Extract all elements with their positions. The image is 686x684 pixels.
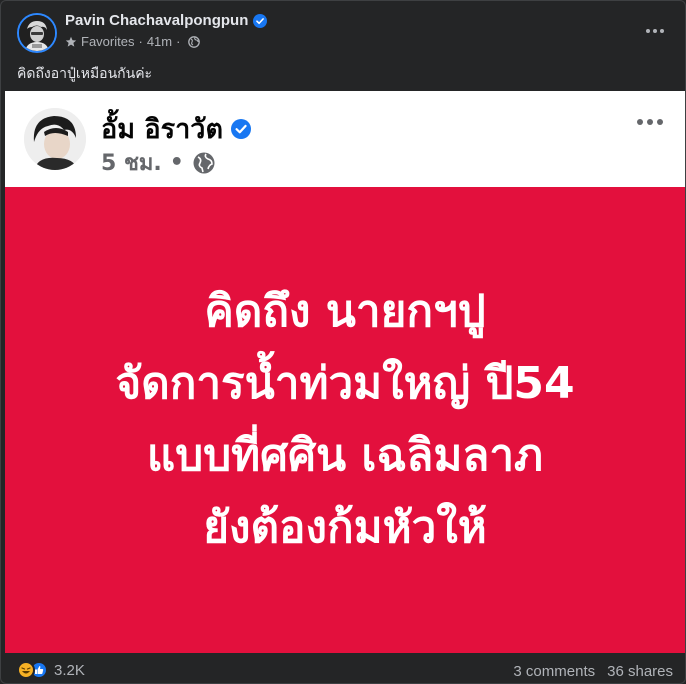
haha-reaction-icon [17, 661, 35, 679]
more-dot [660, 29, 664, 33]
shared-post-time: 5 ชม. [101, 151, 162, 176]
more-options-button[interactable] [643, 21, 667, 41]
shared-meta-separator: • [169, 150, 184, 175]
thumbs-up-icon [35, 666, 44, 674]
shared-author-name: อั้ม อิราวัต [101, 107, 251, 150]
globe-icon[interactable] [188, 35, 201, 48]
author-name-text[interactable]: Pavin Chachavalpongpun [65, 12, 248, 29]
verified-badge-icon [253, 13, 268, 28]
shared-avatar-portrait-icon [24, 108, 86, 170]
audience-label[interactable]: Favorites [81, 34, 134, 49]
haha-face-icon [21, 667, 31, 674]
reactions-count[interactable]: 3.2K [54, 662, 85, 679]
post-time[interactable]: 41m [147, 34, 172, 49]
engagement-stats: 3 comments 36 shares [513, 663, 673, 680]
shared-verified-badge-icon [231, 118, 251, 139]
quote-line-4: ยังต้องก้มหัวให้ [203, 502, 487, 553]
meta-separator-2: · [176, 34, 181, 49]
quote-line-2: จัดการน้ำท่วมใหญ่ ปี54 [115, 358, 575, 409]
avatar-portrait-icon [19, 15, 55, 51]
quote-banner: คิดถึง นายกฯปู จัดการน้ำท่วมใหญ่ ปี54 แบ… [5, 187, 685, 653]
post-meta: Favorites · 41m · [65, 34, 201, 49]
more-dot [657, 119, 663, 125]
comments-count[interactable]: 3 comments [513, 663, 595, 680]
more-dot [646, 29, 650, 33]
more-dot [647, 119, 653, 125]
shared-image[interactable]: อั้ม อิราวัต 5 ชม. • คิดถึง นายกฯปู จัดก… [5, 91, 685, 653]
shared-author-text: อั้ม อิราวัต [101, 114, 223, 145]
more-dot [653, 29, 657, 33]
shared-post-meta: 5 ชม. • [101, 145, 216, 180]
meta-separator: · [138, 34, 143, 49]
feed-post: Pavin Chachavalpongpun Favorites · 41m ·… [0, 0, 686, 684]
quote-line-1: คิดถึง นายกฯปู [204, 286, 486, 337]
post-footer: 3.2K 3 comments 36 shares [1, 657, 685, 683]
shared-globe-icon [193, 152, 215, 173]
shares-count[interactable]: 36 shares [607, 663, 673, 680]
reactions-summary[interactable]: 3.2K [17, 661, 85, 679]
post-header: Pavin Chachavalpongpun Favorites · 41m · [1, 1, 685, 59]
author-avatar[interactable] [17, 13, 57, 53]
shared-more-options-icon [637, 119, 663, 125]
star-icon [65, 36, 77, 47]
quote-line-3: แบบที่ศศิน เฉลิมลาภ [146, 430, 544, 481]
more-dot [637, 119, 643, 125]
post-caption: คิดถึงอาปู๋เหมือนกันค่ะ [17, 65, 153, 81]
shared-author-avatar [24, 108, 86, 170]
shared-post-header: อั้ม อิราวัต 5 ชม. • [5, 91, 685, 187]
author-name[interactable]: Pavin Chachavalpongpun [65, 12, 268, 29]
